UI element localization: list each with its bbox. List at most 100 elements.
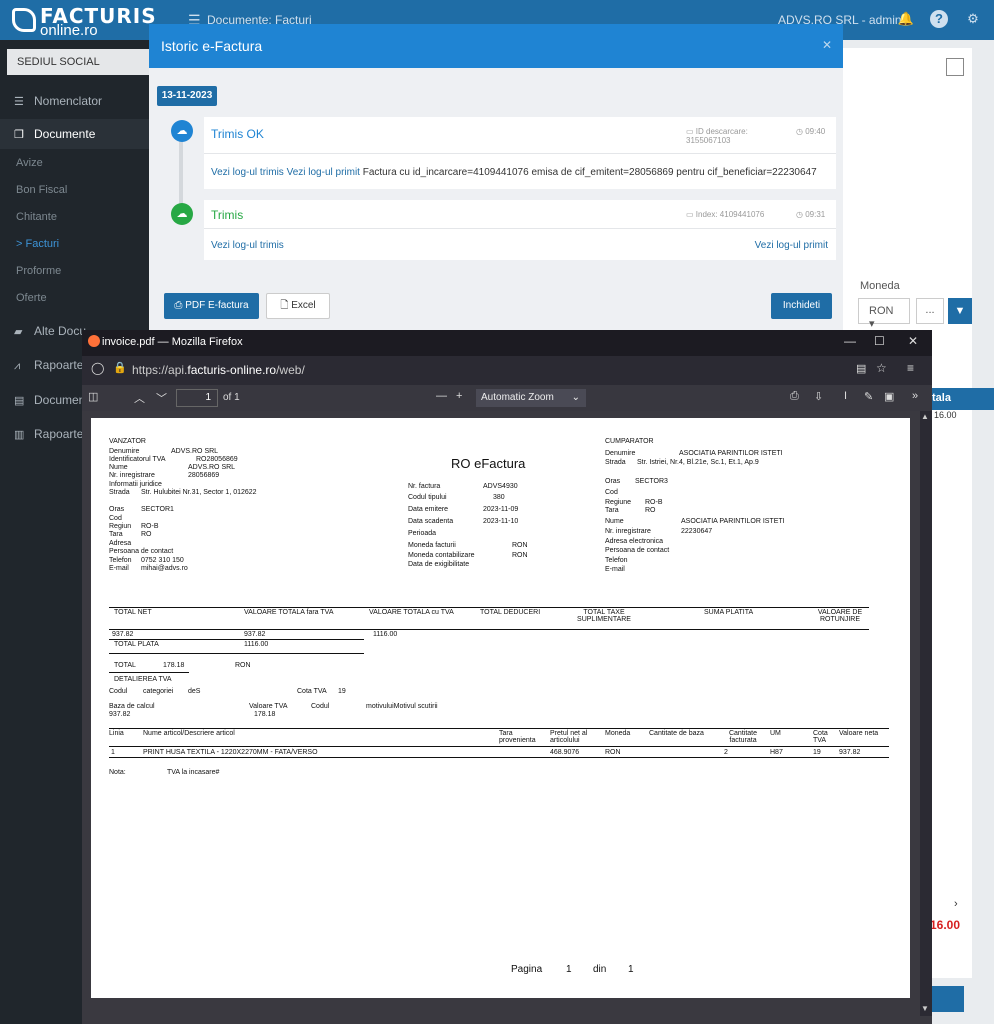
scroll-right-icon[interactable]: ›	[954, 898, 958, 910]
items-header: Valoare neta	[839, 730, 879, 737]
sidebar-item-label: Documente	[34, 127, 96, 141]
seller-legal-info: Informatii juridice	[109, 481, 162, 488]
zoom-out-icon[interactable]: —	[436, 390, 447, 402]
lock-icon[interactable]: 🔒	[113, 361, 127, 374]
buyer-field-label: Persoana de contact	[605, 547, 670, 554]
zoom-in-icon[interactable]: +	[456, 390, 462, 402]
note-label: Nota:	[109, 769, 126, 776]
totals-header: VALOARE TOTALA fara TVA	[244, 609, 334, 616]
page-number-input[interactable]: 1	[176, 389, 218, 407]
total-without-vat-value: 937.82	[244, 631, 266, 638]
scroll-up-icon[interactable]: ▲	[921, 412, 929, 421]
totals-header: SUMA PLATITA	[704, 609, 754, 616]
window-close-icon[interactable]: ✕	[908, 334, 918, 348]
bell-icon[interactable]: 🔔	[897, 10, 915, 28]
link-log-primit[interactable]: Vezi log-ul primit	[287, 167, 360, 178]
vat-total-currency: RON	[235, 662, 251, 669]
maximize-icon[interactable]: ☐	[874, 334, 885, 348]
vat-field-label: motivuluiMotivul scutirii	[366, 703, 438, 710]
desktop-icon: ▭ Index: 4109441076	[686, 210, 765, 219]
table-rule	[109, 629, 869, 630]
footer-page-number: 1	[566, 964, 572, 975]
seller-field-label: Nr. inregistrare	[109, 472, 155, 479]
text-select-icon[interactable]: I	[844, 390, 847, 402]
items-header: Cantitate facturata	[728, 730, 758, 744]
link-log-trimis[interactable]: Vezi log-ul trimis	[211, 240, 284, 251]
chevron-down-icon[interactable]: ▼	[948, 298, 972, 324]
invoice-field-label: Nr. factura	[408, 483, 441, 490]
table-rule	[109, 672, 189, 673]
button-label: Excel	[291, 300, 316, 311]
excel-button[interactable]: 🗋 Excel	[266, 293, 330, 319]
url-field[interactable]: https://api.facturis-online.ro/web/	[132, 363, 305, 377]
seller-street: Str. Hulubitei Nr.31, Sector 1, 012622	[141, 489, 257, 496]
total-payment-value: 1116.00	[244, 641, 269, 648]
close-icon[interactable]: ✕	[822, 38, 832, 52]
entry-title: Trimis	[211, 208, 244, 222]
buyer-region: RO-B	[645, 499, 663, 506]
next-page-icon[interactable]: ﹀	[156, 390, 167, 406]
seller-field-value: ADVS.RO SRL	[188, 464, 236, 471]
table-rule	[109, 746, 889, 747]
scroll-down-icon[interactable]: ▼	[921, 1004, 929, 1013]
invoice-field-label: Data de exigibilitate	[408, 561, 470, 568]
items-header: Tara provenienta	[499, 730, 536, 744]
seller-city: SECTOR1	[141, 506, 174, 513]
menu-icon[interactable]: ≡	[907, 361, 914, 375]
buyer-name: ASOCIATIA PARINTILOR ISTETI	[679, 450, 783, 457]
sidebar-item-label: Rapoarte	[34, 358, 84, 372]
facturis-logo[interactable]: FACTURIS online.ro	[10, 4, 156, 39]
more-tools-icon[interactable]: »	[912, 390, 918, 402]
image-icon[interactable]: ▣	[884, 390, 894, 403]
invoice-currency: RON	[512, 542, 528, 549]
close-modal-button[interactable]: Inchideti	[771, 293, 832, 319]
table-rule	[109, 653, 364, 654]
settings-gear-icon[interactable]: ⚙	[964, 10, 982, 28]
invoice-due-date: 2023-11-10	[483, 518, 519, 525]
item-net-value: 937.82	[839, 749, 861, 756]
vat-field-label: Codul	[311, 703, 330, 710]
entry-title: Trimis OK	[211, 127, 264, 141]
brand-domain: online.ro	[40, 22, 98, 39]
item-unit-price: 468.9076	[550, 749, 580, 756]
previous-page-icon[interactable]: ︿	[134, 390, 145, 406]
items-header: Nume articol/Descriere articol	[143, 730, 235, 737]
list-icon: ☰	[14, 96, 24, 108]
grid-view-icon[interactable]	[946, 58, 964, 76]
zoom-select[interactable]: Automatic Zoom ⌄	[476, 389, 586, 407]
item-vat-rate: 19	[813, 749, 821, 756]
download-icon[interactable]: ⇩	[814, 390, 823, 403]
link-log-primit[interactable]: Vezi log-ul primit	[755, 240, 828, 251]
footer-of-label: din	[593, 964, 607, 975]
moneda-select[interactable]: RON ▾	[858, 298, 910, 330]
print-icon[interactable]: ⎙	[790, 390, 799, 403]
pdf-efactura-button[interactable]: ⎙ PDF E-factura	[164, 293, 259, 319]
pdf-page: VANZATOR Denumire ADVS.RO SRL Identifica…	[91, 418, 910, 998]
seller-field-value: RO28056869	[196, 456, 238, 463]
timeline-date: 13-11-2023	[157, 86, 217, 106]
seller-country: RO	[141, 531, 152, 538]
sediu-selector[interactable]: SEDIUL SOCIAL	[7, 49, 171, 75]
draw-icon[interactable]: ✎	[864, 390, 873, 403]
scrollbar[interactable]	[920, 411, 932, 1016]
vat-category: deS	[188, 688, 201, 695]
shield-icon[interactable]: ◯	[91, 361, 104, 375]
zoom-value: Automatic Zoom	[481, 392, 554, 403]
link-log-trimis[interactable]: Vezi log-ul trimis	[211, 167, 284, 178]
totals-header: TOTAL TAXE SUPLIMENTARE	[577, 609, 631, 623]
buyer-reg-number: 22230647	[681, 528, 713, 535]
sidebar-item-label: Document	[34, 393, 89, 407]
sidebar-toggle-icon[interactable]: ◫	[88, 390, 98, 403]
item-line: 1	[111, 749, 115, 756]
seller-field-label: Tara	[109, 531, 123, 538]
help-icon[interactable]: ?	[930, 10, 948, 28]
buyer-field-label: Denumire	[605, 450, 636, 457]
minimize-icon[interactable]: —	[844, 334, 856, 348]
bookmark-star-icon[interactable]: ☆	[876, 361, 887, 375]
invoice-field-label: Moneda contabilizare	[408, 552, 475, 559]
seller-field-value: 28056869	[188, 472, 220, 479]
total-with-vat-value: 1116.00	[373, 631, 398, 638]
more-options-button[interactable]: ...	[916, 298, 944, 324]
reader-view-icon[interactable]: ▤	[856, 362, 866, 375]
invoice-issue-date: 2023-11-09	[483, 506, 519, 513]
